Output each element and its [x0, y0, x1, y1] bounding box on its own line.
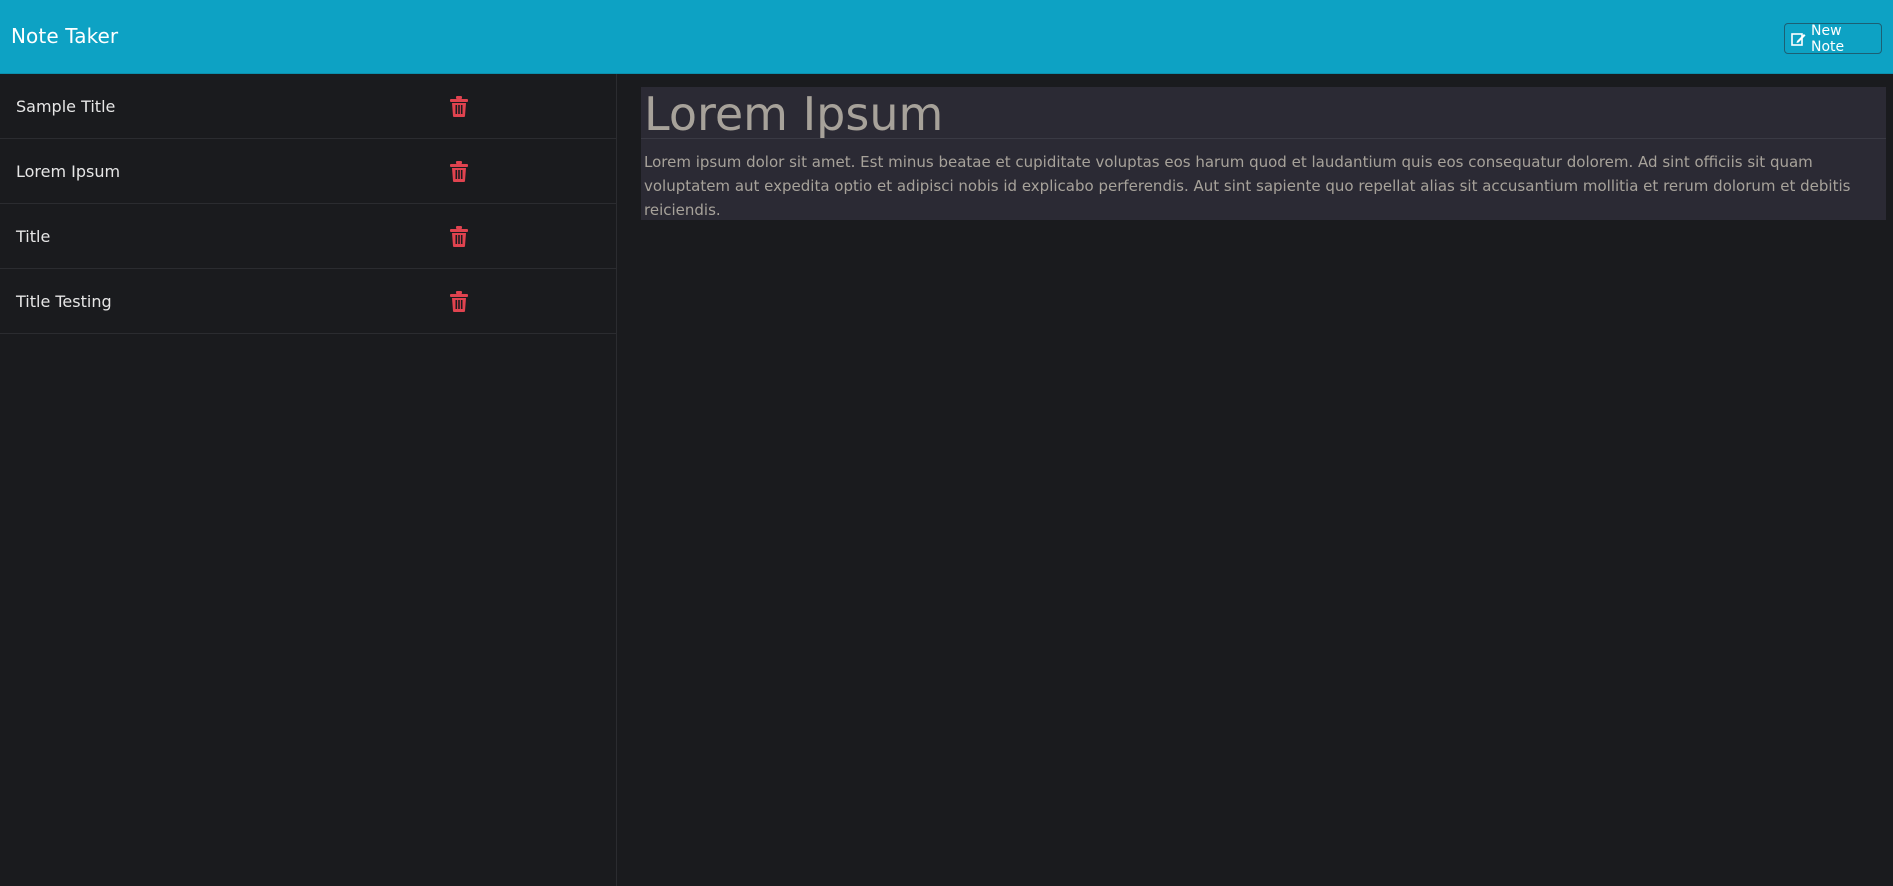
navbar: Note Taker New Note: [0, 0, 1893, 74]
note-title-input[interactable]: Lorem Ipsum: [641, 87, 1886, 139]
new-note-button[interactable]: New Note: [1784, 22, 1882, 55]
trash-icon[interactable]: [450, 96, 468, 117]
note-body-textarea[interactable]: Lorem ipsum dolor sit amet. Est minus be…: [641, 140, 1886, 220]
app-brand[interactable]: Note Taker: [11, 24, 118, 48]
note-title: Title: [16, 227, 51, 246]
new-note-label: New Note: [1811, 22, 1845, 55]
note-title: Lorem Ipsum: [16, 162, 121, 181]
trash-icon[interactable]: [450, 291, 468, 312]
note-title: Sample Title: [16, 97, 116, 116]
note-title: Title Testing: [16, 292, 112, 311]
trash-icon[interactable]: [450, 226, 468, 247]
trash-icon[interactable]: [450, 161, 468, 182]
note-list-item[interactable]: Sample Title: [0, 74, 616, 139]
edit-icon: [1791, 32, 1806, 46]
note-list-item[interactable]: Title: [0, 204, 616, 269]
note-list-item[interactable]: Title Testing: [0, 269, 616, 334]
note-editor: Lorem Ipsum Lorem ipsum dolor sit amet. …: [641, 87, 1886, 220]
note-list-item[interactable]: Lorem Ipsum: [0, 139, 616, 204]
notes-sidebar: Sample Title Lorem Ipsum Title Title Tes…: [0, 74, 617, 886]
